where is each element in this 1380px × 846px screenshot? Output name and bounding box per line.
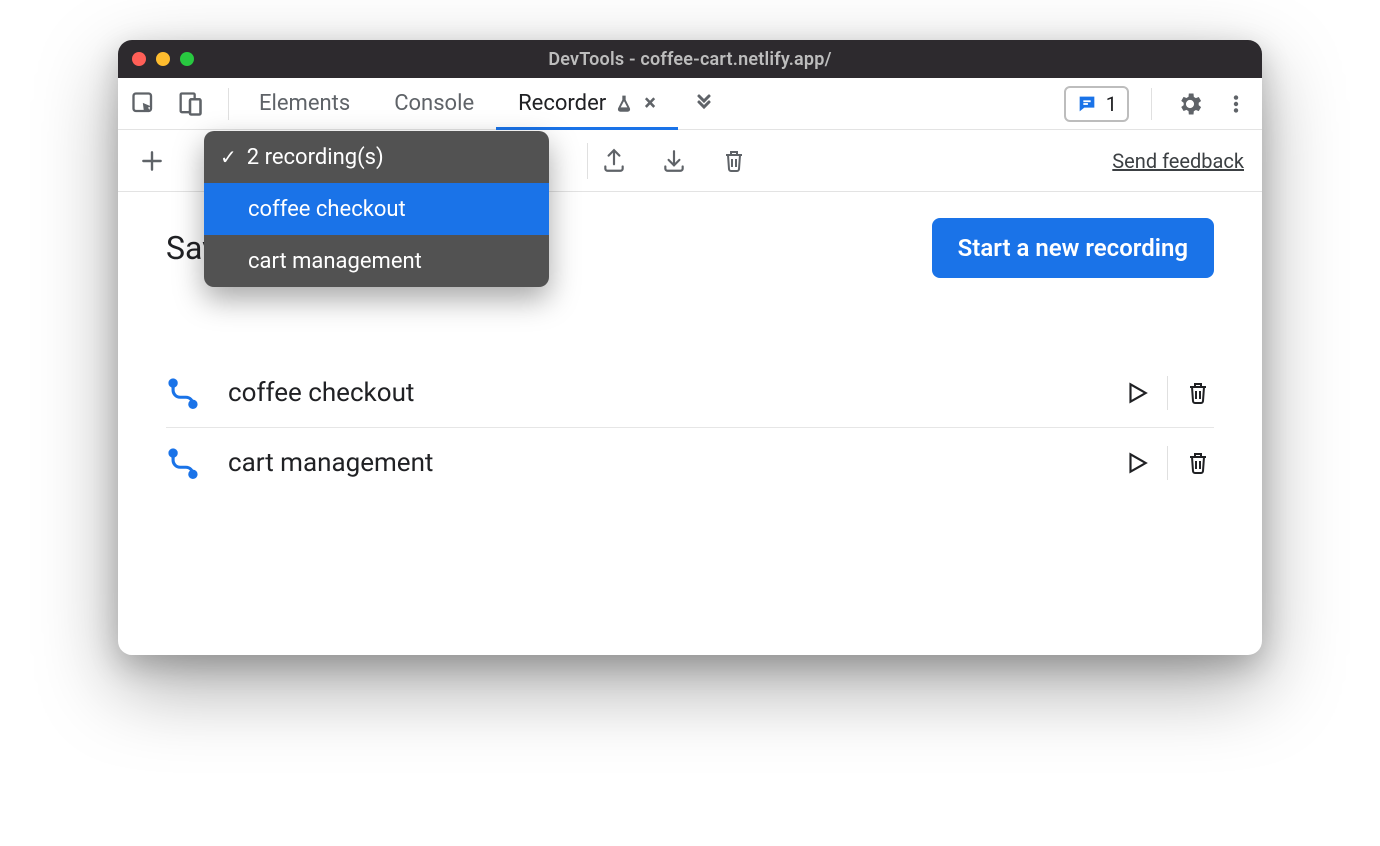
- devtools-window: DevTools - coffee-cart.netlify.app/: [118, 40, 1262, 655]
- more-tabs-button[interactable]: [678, 78, 730, 129]
- recorder-toolbar: Send feedback ✓ 2 recording(s) coffee ch…: [118, 130, 1262, 192]
- send-feedback-link[interactable]: Send feedback: [1112, 149, 1244, 173]
- separator: [1167, 376, 1168, 410]
- new-recording-icon[interactable]: [136, 145, 168, 177]
- issues-count: 1: [1106, 92, 1117, 116]
- device-toolbar-icon[interactable]: [174, 88, 206, 120]
- tab-label: Recorder: [518, 91, 606, 116]
- dropdown-header[interactable]: ✓ 2 recording(s): [204, 131, 549, 183]
- issues-button[interactable]: 1: [1064, 86, 1129, 122]
- flow-icon: [166, 376, 200, 410]
- export-icon[interactable]: [598, 145, 630, 177]
- dropdown-option-label: cart management: [248, 249, 422, 274]
- recordings-list: coffee checkout cart management: [166, 358, 1214, 498]
- recording-row[interactable]: coffee checkout: [166, 358, 1214, 428]
- check-icon: ✓: [220, 145, 237, 169]
- tab-console[interactable]: Console: [372, 78, 496, 129]
- start-recording-button[interactable]: Start a new recording: [932, 218, 1214, 278]
- issues-icon: [1076, 93, 1098, 115]
- delete-icon[interactable]: [718, 145, 750, 177]
- tab-elements[interactable]: Elements: [237, 78, 372, 129]
- dropdown-option-label: coffee checkout: [248, 197, 406, 222]
- tab-label: Console: [394, 91, 474, 116]
- close-tab-icon[interactable]: ×: [644, 91, 656, 116]
- separator: [1151, 88, 1152, 120]
- delete-icon[interactable]: [1182, 377, 1214, 409]
- flow-icon: [166, 446, 200, 480]
- dropdown-option[interactable]: cart management: [204, 235, 549, 287]
- devtools-tabstrip: Elements Console Recorder × 1: [118, 78, 1262, 130]
- flask-icon: [614, 94, 634, 114]
- recordings-dropdown[interactable]: ✓ 2 recording(s) coffee checkout cart ma…: [204, 131, 549, 287]
- import-icon[interactable]: [658, 145, 690, 177]
- separator: [587, 143, 588, 179]
- dropdown-header-label: 2 recording(s): [247, 145, 384, 170]
- recording-row[interactable]: cart management: [166, 428, 1214, 498]
- separator: [228, 88, 229, 120]
- inspect-element-icon[interactable]: [128, 88, 160, 120]
- tab-label: Elements: [259, 91, 350, 116]
- dropdown-option[interactable]: coffee checkout: [204, 183, 549, 235]
- play-icon[interactable]: [1121, 377, 1153, 409]
- recording-name: coffee checkout: [228, 378, 414, 408]
- recording-name: cart management: [228, 448, 433, 478]
- window-titlebar: DevTools - coffee-cart.netlify.app/: [118, 40, 1262, 78]
- play-icon[interactable]: [1121, 447, 1153, 479]
- delete-icon[interactable]: [1182, 447, 1214, 479]
- window-title: DevTools - coffee-cart.netlify.app/: [118, 49, 1262, 70]
- settings-icon[interactable]: [1174, 88, 1206, 120]
- separator: [1167, 446, 1168, 480]
- kebab-menu-icon[interactable]: [1220, 88, 1252, 120]
- tab-recorder[interactable]: Recorder ×: [496, 78, 678, 129]
